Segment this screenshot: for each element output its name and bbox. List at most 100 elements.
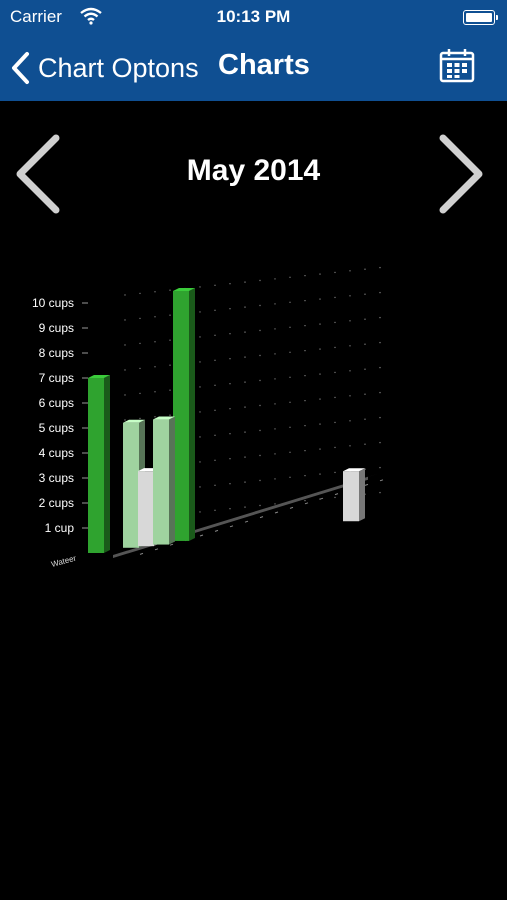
x-tick-label: Wateer: [50, 554, 77, 569]
grid-dot: [229, 408, 231, 410]
grid-dot: [259, 429, 261, 432]
grid-dot: [349, 395, 351, 397]
grid-dot: [364, 443, 366, 445]
grid-dot: [319, 323, 321, 325]
grid-dot: [229, 333, 231, 335]
grid-dot: [304, 474, 306, 477]
grid-dot: [379, 441, 381, 444]
grid-dot: [334, 296, 336, 299]
y-tick-label: 8 cups: [39, 346, 74, 360]
grid-dot: [199, 411, 201, 413]
grid-dot: [139, 317, 141, 320]
grid-dot: [274, 478, 276, 480]
grid-dot: [214, 384, 216, 387]
grid-dot: [334, 371, 336, 374]
grid-dot: [199, 511, 201, 513]
grid-dot: [379, 341, 381, 344]
y-tick-label: 5 cups: [39, 421, 74, 435]
grid-dot: [154, 316, 156, 318]
grid-dot: [334, 321, 336, 324]
grid-dot: [199, 486, 201, 488]
grid-dot: [169, 414, 171, 416]
grid-dot: [349, 445, 351, 447]
grid-dot: [244, 506, 246, 508]
grid-dot: [319, 373, 321, 375]
back-button[interactable]: Chart Optons: [10, 46, 199, 90]
y-tick-label: 9 cups: [39, 321, 74, 335]
bar: [123, 422, 139, 548]
grid-dot: [169, 389, 171, 391]
grid-dot: [199, 436, 201, 438]
grid-dot: [124, 294, 126, 296]
grid-dot: [154, 391, 156, 393]
grid-dot: [304, 324, 306, 327]
x-tick-mark: [304, 502, 309, 505]
grid-dot: [259, 404, 261, 407]
grid-dot: [319, 448, 321, 450]
grid-dot: [364, 368, 366, 370]
grid-dot: [349, 370, 351, 372]
grid-dot: [124, 394, 126, 396]
grid-dot: [259, 304, 261, 307]
grid-dot: [244, 281, 246, 283]
grid-dot: [334, 421, 336, 424]
grid-dot: [214, 284, 216, 287]
x-tick-mark: [199, 534, 204, 537]
grid-dot: [214, 334, 216, 337]
grid-dot: [304, 274, 306, 277]
grid-dot: [304, 349, 306, 352]
bar-side: [359, 468, 365, 522]
grid-dot: [274, 353, 276, 355]
grid-dot: [334, 396, 336, 399]
chevron-left-icon: [10, 51, 30, 85]
grid-dot: [229, 433, 231, 435]
y-tick-label: 7 cups: [39, 371, 74, 385]
bar-side: [169, 416, 175, 545]
grid-dot: [199, 386, 201, 388]
grid-dot: [139, 367, 141, 370]
grid-dot: [214, 459, 216, 462]
navigation-bar: Chart Optons Charts: [0, 34, 507, 101]
grid-dot: [124, 344, 126, 346]
grid-dot: [289, 301, 291, 303]
y-tick-label: 10 cups: [32, 296, 74, 310]
grid-dot: [229, 483, 231, 485]
grid-dot: [349, 420, 351, 422]
grid-dot: [259, 379, 261, 382]
grid-dot: [274, 453, 276, 455]
grid-dot: [154, 341, 156, 343]
grid-dot: [289, 326, 291, 328]
grid-dot: [139, 342, 141, 345]
bar: [138, 471, 154, 547]
grid-dot: [289, 376, 291, 378]
grid-dot: [139, 417, 141, 420]
y-tick-label: 4 cups: [39, 446, 74, 460]
grid-dot: [289, 401, 291, 403]
grid-dot: [334, 496, 336, 499]
grid-dot: [364, 343, 366, 345]
grid-dot: [154, 291, 156, 293]
calendar-button[interactable]: [439, 47, 475, 83]
status-bar: Carrier 10:13 PM: [0, 0, 507, 34]
calendar-icon: [439, 49, 475, 87]
grid-dot: [169, 314, 171, 316]
grid-dot: [229, 283, 231, 285]
grid-dot: [379, 291, 381, 294]
grid-dot: [379, 391, 381, 394]
month-title: May 2014: [186, 154, 321, 187]
next-month-button[interactable]: [435, 132, 487, 216]
grid-dot: [229, 508, 231, 510]
grid-dot: [229, 458, 231, 460]
grid-dot: [319, 398, 321, 400]
grid-dot: [364, 268, 366, 270]
x-tick-mark: [214, 529, 219, 532]
x-tick-mark: [229, 525, 234, 528]
grid-dot: [214, 359, 216, 362]
grid-dot: [139, 392, 141, 395]
grid-dot: [259, 329, 261, 332]
grid-dot: [379, 491, 381, 494]
grid-dot: [379, 266, 381, 269]
x-tick-mark: [139, 552, 144, 555]
grid-dot: [244, 431, 246, 433]
grid-dot: [319, 273, 321, 275]
